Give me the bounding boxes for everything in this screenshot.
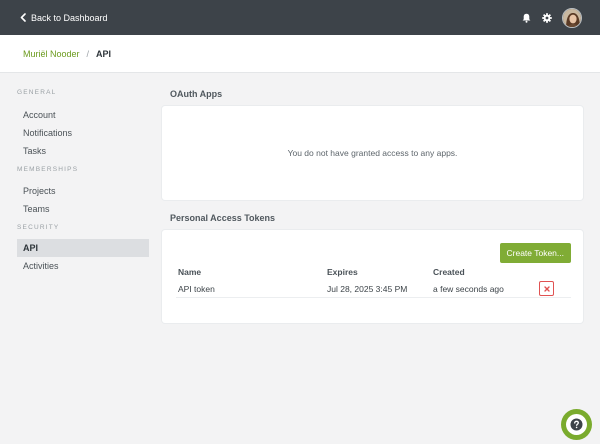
avatar[interactable] <box>562 7 582 28</box>
settings-sidebar: GENERAL Account Notifications Tasks MEMB… <box>17 89 149 275</box>
oauth-empty-message: You do not have granted access to any ap… <box>287 148 458 158</box>
sidebar-heading-security: SECURITY <box>17 224 60 231</box>
row-divider <box>176 297 571 298</box>
sidebar-item-activities[interactable]: Activities <box>17 257 149 275</box>
token-created: a few seconds ago <box>433 284 504 294</box>
sidebar-heading-memberships: MEMBERSHIPS <box>17 166 79 173</box>
oauth-apps-title: OAuth Apps <box>170 89 223 99</box>
token-expires: Jul 28, 2025 3:45 PM <box>327 284 408 294</box>
sidebar-item-projects[interactable]: Projects <box>17 182 149 200</box>
column-header-expires: Expires <box>327 267 358 277</box>
sidebar-item-api[interactable]: API <box>17 239 149 257</box>
top-bar: Back to Dashboard <box>0 0 600 35</box>
sidebar-item-account[interactable]: Account <box>17 106 149 124</box>
breadcrumb-separator: / <box>86 48 90 59</box>
delete-token-button[interactable] <box>539 281 554 296</box>
sidebar-item-teams[interactable]: Teams <box>17 200 149 218</box>
tokens-card: Create Token... Name Expires Created API… <box>162 230 583 323</box>
column-header-created: Created <box>433 267 465 277</box>
close-icon <box>543 285 550 292</box>
gear-icon[interactable] <box>542 12 552 23</box>
breadcrumb-user-link[interactable]: Muriël Nooder <box>23 49 80 59</box>
sidebar-item-notifications[interactable]: Notifications <box>17 124 149 142</box>
topbar-actions <box>511 0 582 35</box>
bell-icon[interactable] <box>522 13 531 23</box>
sidebar-heading-general: GENERAL <box>17 89 57 96</box>
create-token-button[interactable]: Create Token... <box>499 243 571 263</box>
back-to-dashboard-link[interactable]: Back to Dashboard <box>20 0 108 35</box>
sidebar-item-tasks[interactable]: Tasks <box>17 142 149 160</box>
back-to-dashboard-label: Back to Dashboard <box>31 12 108 23</box>
help-button[interactable] <box>561 409 592 440</box>
tokens-title: Personal Access Tokens <box>170 213 276 223</box>
chevron-left-icon <box>20 13 26 22</box>
token-name: API token <box>178 284 215 294</box>
question-icon <box>566 414 587 435</box>
column-header-name: Name <box>178 267 202 277</box>
breadcrumb: Muriël Nooder / API <box>0 35 600 73</box>
oauth-apps-card: You do not have granted access to any ap… <box>162 106 583 200</box>
page-title: API <box>96 48 112 59</box>
